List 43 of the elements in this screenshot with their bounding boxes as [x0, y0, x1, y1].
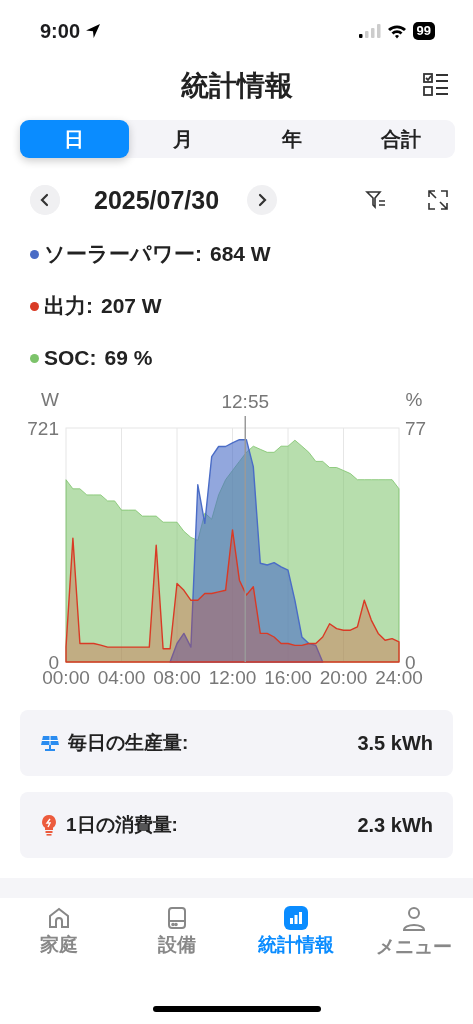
bar-chart-icon [283, 906, 308, 930]
battery-indicator: 99 [412, 22, 435, 40]
summary-label: 毎日の生産量: [68, 731, 189, 755]
solar-panel-icon [40, 734, 60, 752]
axis-tick: 20:00 [319, 667, 368, 688]
period-tab[interactable]: 月 [128, 120, 238, 158]
legend-value: 207 W [101, 294, 162, 318]
tab-bar-item[interactable]: 家庭 [0, 906, 119, 976]
legend-value: 684 W [210, 242, 271, 266]
wifi-icon [386, 23, 407, 39]
tab-bar-item[interactable]: メニュー [354, 906, 473, 976]
axis-tick: 08:00 [153, 667, 201, 688]
page-title: 統計情報 [180, 69, 293, 103]
filter-icon[interactable] [365, 189, 387, 211]
axis-unit: % [405, 390, 423, 410]
summary-value: 2.3 kWh [357, 813, 433, 837]
expand-icon[interactable] [427, 189, 449, 211]
date-label: 2025/07/30 [94, 185, 220, 215]
tab-bar-item[interactable]: 統計情報 [236, 906, 355, 976]
cursor-time: 12:55 [221, 391, 270, 412]
summary-value: 3.5 kWh [357, 731, 433, 755]
axis-tick: 12:00 [208, 667, 257, 688]
home-icon [47, 906, 72, 930]
summary-label: 1日の消費量: [66, 813, 178, 837]
legend-label: 出力: [44, 293, 93, 319]
clock-time: 9:00 [40, 19, 81, 43]
legend-value: 69 % [104, 346, 153, 370]
person-icon [400, 906, 427, 932]
axis-unit: W [41, 390, 59, 410]
axis-tick: 04:00 [97, 667, 146, 688]
period-tab[interactable]: 合計 [346, 120, 455, 158]
next-button[interactable] [247, 185, 278, 215]
tab-bar-item[interactable]: 設備 [118, 906, 237, 976]
period-tab[interactable]: 日 [20, 120, 129, 158]
legend-label: ソーラーパワー: [44, 241, 202, 267]
axis-tick: 721 [27, 418, 59, 439]
checklist-icon[interactable] [423, 72, 449, 98]
axis-tick: 77 [405, 418, 427, 439]
legend-label: SOC: [44, 346, 97, 370]
axis-tick: 16:00 [264, 667, 312, 688]
period-tab[interactable]: 年 [237, 120, 347, 158]
signal-icon [358, 24, 381, 38]
light-bulb-icon [40, 814, 58, 836]
